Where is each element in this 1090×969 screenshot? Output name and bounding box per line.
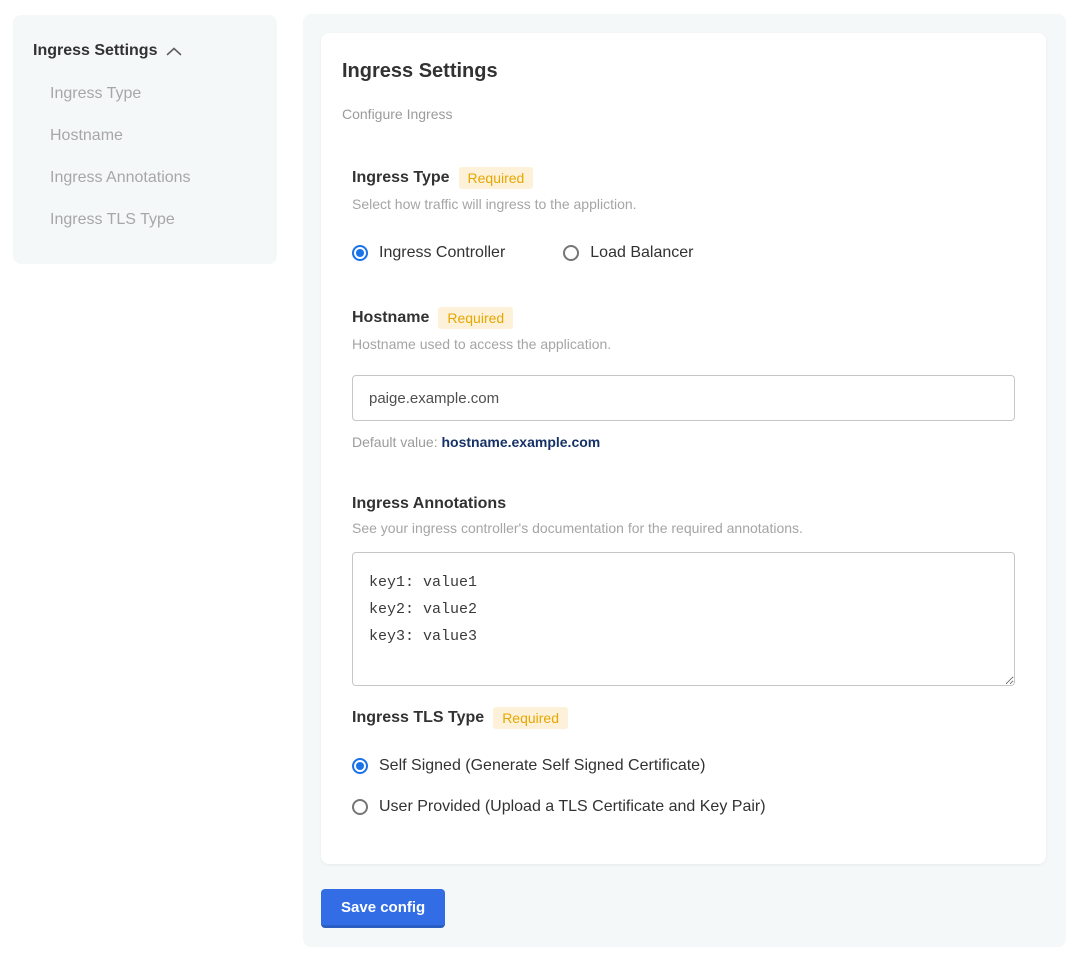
hostname-label: Hostname	[352, 309, 429, 327]
radio-user-provided-label: User Provided (Upload a TLS Certificate …	[379, 798, 766, 816]
sidebar-group-ingress-settings[interactable]: Ingress Settings	[33, 42, 257, 60]
radio-ingress-controller-label: Ingress Controller	[379, 244, 505, 262]
ingress-annotations-textarea[interactable]: key1: value1 key2: value2 key3: value3	[352, 552, 1015, 686]
radio-unselected-icon	[563, 245, 579, 261]
sidebar-item-list: Ingress Type Hostname Ingress Annotation…	[50, 86, 257, 228]
page-subtitle: Configure Ingress	[342, 106, 1015, 122]
sidebar-item-hostname[interactable]: Hostname	[50, 128, 257, 144]
radio-selected-icon	[352, 758, 368, 774]
field-group-hostname: Hostname Required Hostname used to acces…	[352, 307, 1015, 450]
save-config-button[interactable]: Save config	[321, 889, 445, 928]
field-group-ingress-tls-type: Ingress TLS Type Required Self Signed (G…	[352, 707, 1015, 816]
hostname-default-value-line: Default value: hostname.example.com	[352, 434, 1015, 450]
default-value-prefix: Default value:	[352, 434, 442, 450]
config-nav-sidebar: Ingress Settings Ingress Type Hostname I…	[13, 15, 277, 264]
ingress-type-help-text: Select how traffic will ingress to the a…	[352, 196, 1015, 212]
required-badge: Required	[438, 307, 513, 329]
sidebar-item-ingress-type[interactable]: Ingress Type	[50, 86, 257, 102]
sidebar-group-title: Ingress Settings	[33, 42, 157, 60]
radio-self-signed[interactable]: Self Signed (Generate Self Signed Certif…	[352, 757, 1015, 775]
ingress-annotations-label: Ingress Annotations	[352, 495, 506, 513]
radio-selected-icon	[352, 245, 368, 261]
required-badge: Required	[493, 707, 568, 729]
radio-ingress-controller[interactable]: Ingress Controller	[352, 244, 505, 262]
radio-load-balancer[interactable]: Load Balancer	[563, 244, 693, 262]
radio-load-balancer-label: Load Balancer	[590, 244, 693, 262]
field-group-ingress-type: Ingress Type Required Select how traffic…	[352, 167, 1015, 262]
ingress-settings-card: Ingress Settings Configure Ingress Ingre…	[321, 33, 1046, 864]
hostname-input[interactable]	[352, 375, 1015, 421]
hostname-help-text: Hostname used to access the application.	[352, 336, 1015, 352]
ingress-type-label: Ingress Type	[352, 169, 450, 187]
radio-unselected-icon	[352, 799, 368, 815]
page-title: Ingress Settings	[342, 60, 1015, 83]
config-main-panel: Ingress Settings Configure Ingress Ingre…	[303, 14, 1066, 947]
ingress-tls-type-label: Ingress TLS Type	[352, 709, 484, 727]
field-group-ingress-annotations: Ingress Annotations See your ingress con…	[352, 495, 1015, 686]
default-value-link[interactable]: hostname.example.com	[442, 434, 601, 450]
chevron-up-icon	[166, 47, 182, 56]
ingress-annotations-help-text: See your ingress controller's documentat…	[352, 520, 1015, 536]
required-badge: Required	[459, 167, 534, 189]
radio-user-provided[interactable]: User Provided (Upload a TLS Certificate …	[352, 798, 1015, 816]
sidebar-item-ingress-tls-type[interactable]: Ingress TLS Type	[50, 212, 257, 228]
ingress-type-radio-group: Ingress Controller Load Balancer	[352, 244, 1015, 262]
radio-self-signed-label: Self Signed (Generate Self Signed Certif…	[379, 757, 705, 775]
ingress-tls-type-radio-group: Self Signed (Generate Self Signed Certif…	[352, 757, 1015, 816]
sidebar-item-ingress-annotations[interactable]: Ingress Annotations	[50, 170, 257, 186]
